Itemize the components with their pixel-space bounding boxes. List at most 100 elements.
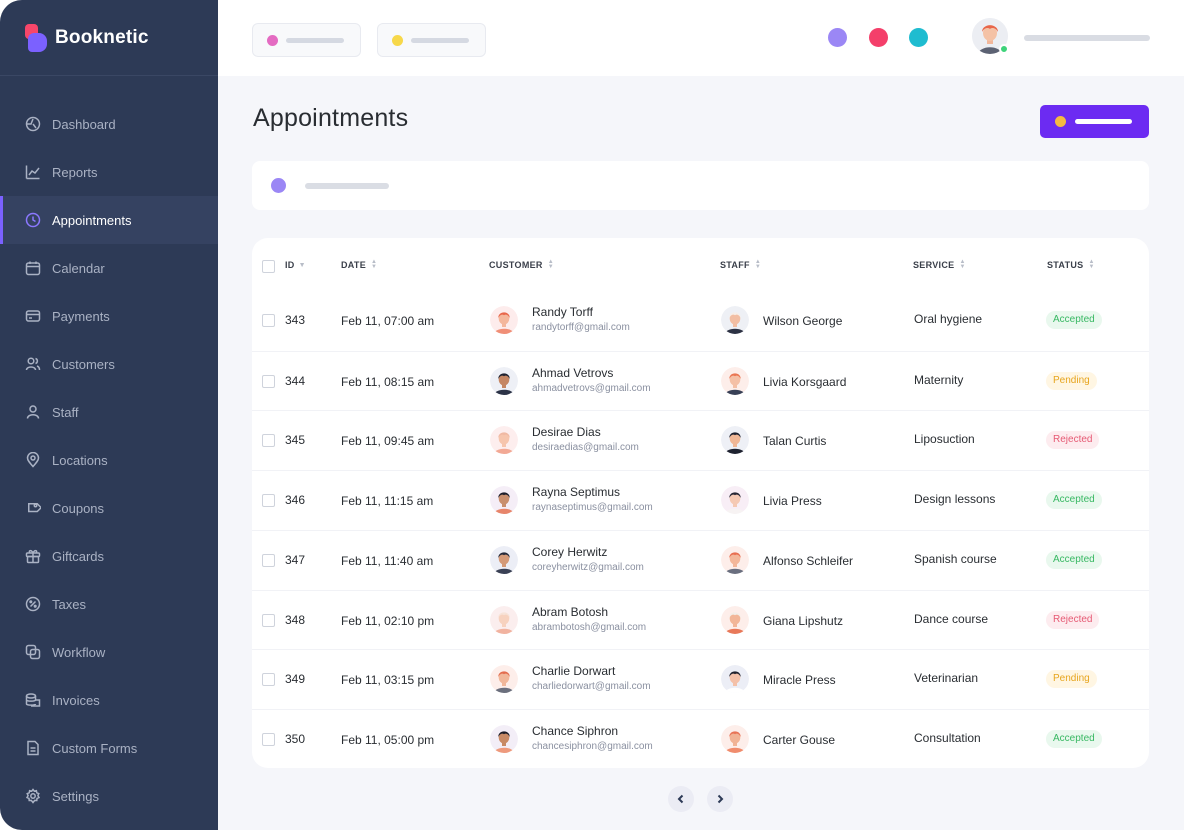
table-row[interactable]: 347 Feb 11, 11:40 am Corey Herwitz coreyher…	[252, 529, 1149, 590]
sidebar-item-locations[interactable]: Locations	[0, 436, 218, 484]
topbar-pill-2[interactable]	[377, 23, 486, 57]
customer-email: raynaseptimus@gmail.com	[532, 502, 653, 514]
row-checkbox[interactable]	[262, 553, 275, 567]
purple-dot-icon[interactable]	[828, 28, 847, 47]
row-checkbox[interactable]	[262, 434, 275, 448]
online-status-dot	[999, 44, 1009, 54]
cyan-dot-icon[interactable]	[909, 28, 928, 47]
red-dot-icon[interactable]	[869, 28, 888, 47]
yellow-dot-icon	[392, 34, 403, 46]
staff-name[interactable]: Alfonso Schleifer	[763, 554, 853, 568]
customer-name[interactable]: Charlie Dorwart	[532, 664, 615, 678]
sidebar-item-taxes[interactable]: Taxes	[0, 580, 218, 628]
table-row[interactable]: 345 Feb 11, 09:45 am Desirae Dias desiraedi…	[252, 410, 1149, 470]
next-page-button[interactable]	[707, 786, 733, 812]
topbar	[218, 0, 1184, 76]
sort-icon: ▲ ▼	[754, 259, 762, 270]
row-checkbox[interactable]	[262, 314, 275, 327]
sidebar-item-settings[interactable]: Settings	[0, 772, 218, 820]
sidebar-item-label: Coupons	[52, 500, 105, 516]
service-name: Spanish course	[914, 551, 997, 566]
row-checkbox[interactable]	[262, 613, 275, 627]
staff-name[interactable]: Giana Lipshutz	[763, 614, 843, 628]
sidebar-item-dashboard[interactable]: Dashboard	[0, 100, 218, 148]
topbar-pill-1[interactable]	[252, 23, 361, 57]
staff-name[interactable]: Wilson George	[763, 314, 842, 328]
table-row[interactable]: 350 Feb 11, 05:00 pm Chance Siphron chances…	[252, 708, 1149, 769]
sidebar-item-label: Reports	[52, 164, 98, 180]
sidebar-item-coupons[interactable]: Coupons	[0, 484, 218, 532]
sidebar-item-label: Custom Forms	[52, 740, 138, 756]
customer-name[interactable]: Ahmad Vetrovs	[532, 366, 613, 380]
customer-name[interactable]: Randy Torff	[532, 305, 593, 319]
search-panel[interactable]	[252, 161, 1149, 210]
customer-name[interactable]: Rayna Septimus	[532, 485, 620, 499]
appointment-id: 346	[285, 493, 306, 508]
sidebar-item-invoices[interactable]: Invoices	[0, 676, 218, 724]
sidebar-nav: Dashboard Reports Appointments Calendar Paym…	[0, 100, 218, 820]
column-label: CUSTOMER	[489, 260, 543, 270]
search-dot-icon	[271, 178, 286, 193]
customer-avatar	[490, 426, 518, 455]
table-row[interactable]: 346 Feb 11, 11:15 am Rayna Septimus raynase…	[252, 470, 1149, 530]
status-badge: Accepted	[1046, 550, 1102, 569]
row-checkbox[interactable]	[262, 374, 275, 388]
column-date[interactable]: DATE ▲ ▼	[341, 259, 377, 270]
customer-name[interactable]: Abram Botosh	[532, 605, 608, 619]
sidebar-item-label: Appointments	[52, 212, 132, 228]
customer-name[interactable]: Desirae Dias	[532, 425, 601, 439]
customer-avatar	[490, 306, 518, 334]
status-badge: Accepted	[1046, 729, 1102, 748]
sort-icon: ▲ ▼	[959, 259, 966, 270]
table-row[interactable]: 349 Feb 11, 03:15 pm Charlie Dorwart charli…	[252, 649, 1149, 709]
table-row[interactable]: 348 Feb 11, 02:10 pm Abram Botosh abramboto…	[252, 589, 1149, 650]
sidebar-item-giftcards[interactable]: Giftcards	[0, 532, 218, 580]
staff-avatar	[721, 426, 749, 455]
column-status[interactable]: STATUS ▲ ▼	[1047, 259, 1095, 270]
staff-name[interactable]: Carter Gouse	[763, 733, 835, 747]
dashboard-icon	[25, 116, 41, 132]
search-placeholder-bar	[305, 182, 389, 189]
column-customer[interactable]: CUSTOMER ▲ ▼	[489, 259, 554, 270]
appointment-id: 343	[285, 313, 306, 327]
sidebar-item-staff[interactable]: Staff	[0, 388, 218, 436]
appointment-id: 347	[285, 552, 306, 567]
prev-page-button[interactable]	[668, 786, 694, 812]
sidebar-item-reports[interactable]: Reports	[0, 148, 218, 196]
customer-email: charliedorwart@gmail.com	[532, 681, 651, 693]
customer-name[interactable]: Chance Siphron	[532, 724, 618, 738]
brand[interactable]: Booknetic	[0, 0, 218, 76]
sidebar-item-label: Invoices	[52, 692, 100, 708]
sidebar-item-customers[interactable]: Customers	[0, 340, 218, 388]
table-row[interactable]: 343 Feb 11, 07:00 am Randy Torff randytorff…	[252, 291, 1149, 351]
column-id[interactable]: ID ▼	[285, 260, 306, 270]
chevron-left-icon	[677, 794, 684, 804]
staff-avatar	[721, 605, 749, 634]
sidebar-item-workflow[interactable]: Workflow	[0, 628, 218, 676]
customer-avatar	[490, 605, 518, 634]
select-all-checkbox[interactable]	[262, 260, 275, 273]
customer-email: desiraedias@gmail.com	[532, 442, 639, 454]
row-checkbox[interactable]	[262, 673, 275, 687]
row-checkbox[interactable]	[262, 732, 275, 746]
staff-name[interactable]: Miracle Press	[763, 673, 836, 687]
table-row[interactable]: 344 Feb 11, 08:15 am Ahmad Vetrovs ahmadvet…	[252, 350, 1149, 411]
add-appointment-button[interactable]	[1040, 105, 1149, 138]
sidebar-item-custom-forms[interactable]: Custom Forms	[0, 724, 218, 772]
column-label: STAFF	[720, 260, 750, 270]
clock-icon	[25, 212, 41, 228]
sidebar-item-appointments[interactable]: Appointments	[0, 196, 218, 244]
staff-name[interactable]: Livia Press	[763, 494, 822, 508]
staff-name[interactable]: Livia Korsgaard	[763, 375, 846, 389]
sidebar-item-calendar[interactable]: Calendar	[0, 244, 218, 292]
location-pin-icon	[25, 452, 41, 468]
reports-icon	[25, 164, 41, 180]
customer-name[interactable]: Corey Herwitz	[532, 545, 607, 559]
staff-name[interactable]: Talan Curtis	[763, 434, 826, 448]
service-name: Design lessons	[914, 492, 996, 507]
sidebar-item-payments[interactable]: Payments	[0, 292, 218, 340]
column-service[interactable]: SERVICE ▲ ▼	[913, 259, 966, 270]
column-staff[interactable]: STAFF ▲ ▼	[720, 259, 762, 270]
customer-avatar	[490, 665, 518, 694]
row-checkbox[interactable]	[262, 494, 275, 508]
